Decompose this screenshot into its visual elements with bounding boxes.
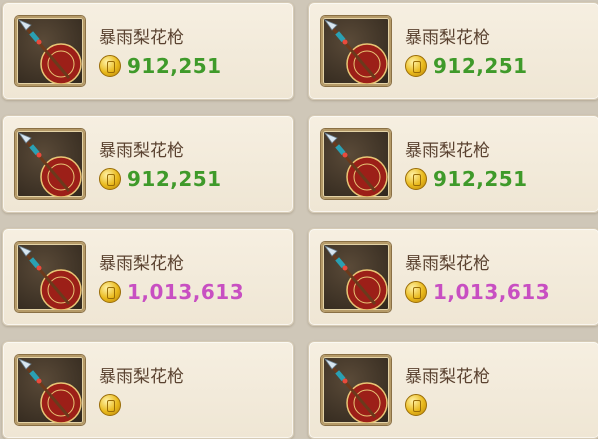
gold-coin-icon — [99, 394, 121, 416]
gold-coin-icon — [405, 55, 427, 77]
price-row — [405, 392, 433, 418]
item-name: 暴雨梨花枪 — [405, 141, 490, 161]
item-name: 暴雨梨花枪 — [99, 141, 184, 161]
spear-item-icon — [15, 242, 85, 312]
item-card[interactable]: 暴雨梨花枪 1,013,613 — [2, 228, 294, 326]
item-card[interactable]: 暴雨梨花枪 912,251 — [308, 115, 598, 213]
item-card[interactable]: 暴雨梨花枪 912,251 — [2, 115, 294, 213]
spear-item-icon — [15, 355, 85, 425]
item-name: 暴雨梨花枪 — [99, 254, 184, 274]
item-price: 912,251 — [433, 167, 528, 191]
item-card[interactable]: 暴雨梨花枪 — [2, 341, 294, 439]
item-card[interactable]: 暴雨梨花枪 912,251 — [2, 2, 294, 100]
spear-item-icon — [321, 242, 391, 312]
gold-coin-icon — [405, 394, 427, 416]
item-name: 暴雨梨花枪 — [405, 367, 490, 387]
item-card[interactable]: 暴雨梨花枪 — [308, 341, 598, 439]
item-name: 暴雨梨花枪 — [405, 28, 490, 48]
item-name: 暴雨梨花枪 — [99, 28, 184, 48]
price-row: 912,251 — [405, 53, 528, 79]
gold-coin-icon — [405, 281, 427, 303]
gold-coin-icon — [99, 281, 121, 303]
item-name: 暴雨梨花枪 — [99, 367, 184, 387]
spear-item-icon — [321, 355, 391, 425]
spear-item-icon — [321, 129, 391, 199]
price-row: 912,251 — [99, 53, 222, 79]
price-row: 1,013,613 — [99, 279, 244, 305]
item-card[interactable]: 暴雨梨花枪 1,013,613 — [308, 228, 598, 326]
item-price: 912,251 — [127, 167, 222, 191]
price-row: 912,251 — [405, 166, 528, 192]
item-grid: 暴雨梨花枪 912,251 暴雨梨花枪 912,251 暴雨梨花枪 912,25… — [0, 0, 598, 439]
item-price: 912,251 — [433, 54, 528, 78]
item-price: 1,013,613 — [433, 280, 551, 304]
spear-item-icon — [15, 16, 85, 86]
item-card[interactable]: 暴雨梨花枪 912,251 — [308, 2, 598, 100]
gold-coin-icon — [99, 168, 121, 190]
item-price: 912,251 — [127, 54, 222, 78]
gold-coin-icon — [405, 168, 427, 190]
price-row: 1,013,613 — [405, 279, 550, 305]
spear-item-icon — [321, 16, 391, 86]
item-price: 1,013,613 — [127, 280, 245, 304]
price-row — [99, 392, 127, 418]
spear-item-icon — [15, 129, 85, 199]
gold-coin-icon — [99, 55, 121, 77]
item-name: 暴雨梨花枪 — [405, 254, 490, 274]
price-row: 912,251 — [99, 166, 222, 192]
